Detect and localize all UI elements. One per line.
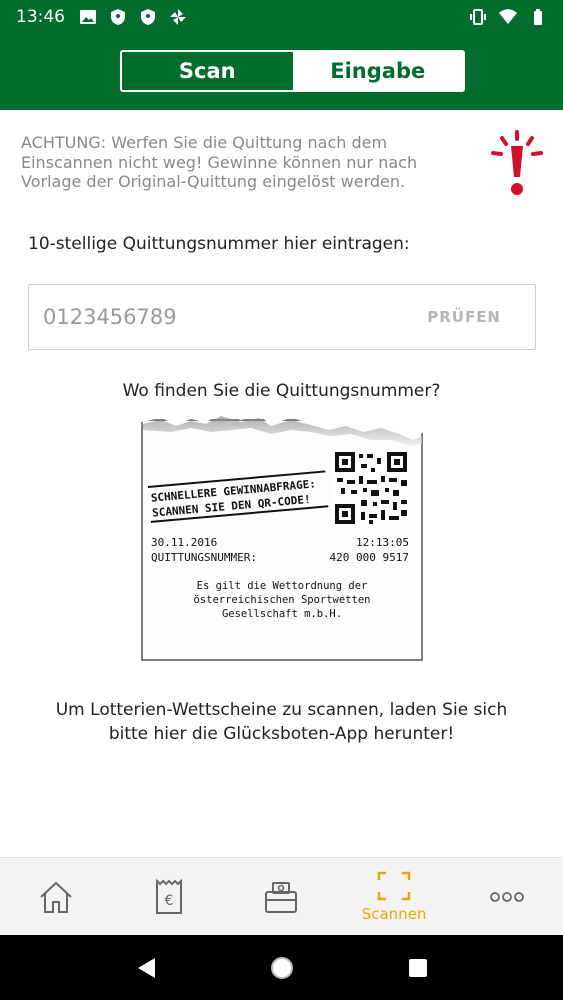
nav-receipts[interactable]: € (113, 858, 226, 935)
shield-icon (141, 8, 155, 25)
more-icon (489, 891, 524, 902)
receipt-illustration: SCHNELLERE GEWINNABFRAGE: SCANNEN SIE DE… (141, 410, 424, 661)
recents-icon[interactable] (407, 957, 429, 979)
nav-home[interactable] (0, 858, 113, 935)
scan-mode-switch: Scan Eingabe (120, 50, 465, 92)
warning-text: ACHTUNG: Werfen Sie die Quittung nach de… (21, 133, 418, 191)
battery-icon (534, 8, 542, 25)
receipt-number-label-text: QUITTUNGSNUMMER: (151, 551, 257, 564)
wifi-icon (499, 8, 517, 24)
svg-text:€: € (164, 893, 173, 909)
nav-more[interactable] (450, 858, 563, 935)
pinwheel-icon (170, 8, 186, 25)
wallet-icon (265, 881, 298, 913)
qr-code (333, 450, 409, 526)
nav-wallet[interactable] (225, 858, 338, 935)
receipt-number-value: 420 000 9517 (330, 551, 409, 564)
top-bar: Scan Eingabe (0, 33, 563, 110)
nav-scannen-label: Scannen (361, 904, 427, 923)
receipt-footer-1: Es gilt die Wettordnung der (197, 580, 368, 592)
home-icon (40, 881, 72, 913)
lottery-note-line-2: bitte hier die Glücksboten-App herunter! (108, 724, 455, 744)
receipt-time: 12:13:05 (356, 536, 409, 549)
status-time: 13:46 (16, 6, 65, 27)
receipt-footer-2: österreichischen Sportwetten (193, 594, 370, 606)
status-bar: 13:46 (0, 0, 563, 33)
scan-frame-icon (377, 871, 411, 900)
lottery-note-line-1: Um Lotterien-Wettscheine zu scannen, lad… (55, 700, 508, 720)
euro-receipt-icon: € (155, 878, 182, 914)
image-icon (80, 9, 96, 24)
tab-eingabe[interactable]: Eingabe (292, 52, 463, 90)
receipt-number-label: 10-stellige Quittungsnummer hier eintrag… (28, 234, 410, 254)
receipt-number-input[interactable] (43, 305, 408, 329)
nav-scannen[interactable]: Scannen (338, 858, 451, 935)
lottery-app-note[interactable]: Um Lotterien-Wettscheine zu scannen, lad… (30, 698, 533, 746)
tab-scan[interactable]: Scan (122, 52, 293, 90)
home-circle-icon[interactable] (269, 955, 295, 981)
alert-exclamation-icon (491, 130, 543, 195)
receipt-number-box: PRÜFEN (28, 284, 536, 350)
help-title: Wo finden Sie die Quittungsnummer? (122, 381, 441, 401)
receipt-date: 30.11.2016 (151, 536, 217, 549)
receipt-footer-3: Gesellschaft m.b.H. (222, 608, 342, 620)
bottom-navigation: € Scannen (0, 857, 563, 935)
vibrate-icon (470, 8, 486, 25)
shield-icon (111, 8, 125, 25)
check-button[interactable]: PRÜFEN (407, 308, 521, 326)
system-navigation (0, 935, 563, 1000)
back-icon[interactable] (135, 956, 157, 980)
